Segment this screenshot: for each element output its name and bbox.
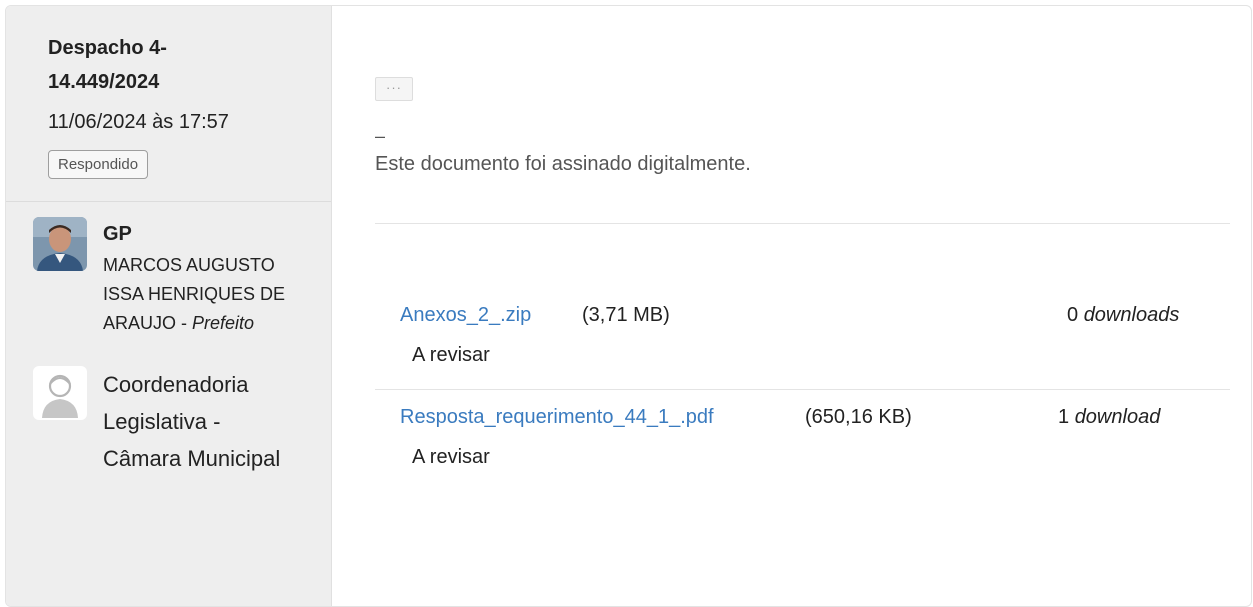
document-header: Despacho 4-14.449/2024 11/06/2024 às 17:… (6, 6, 331, 202)
attachment-status: A revisar (412, 344, 490, 366)
document-sidebar: Despacho 4-14.449/2024 11/06/2024 às 17:… (6, 6, 332, 606)
document-title: Despacho 4-14.449/2024 (48, 37, 167, 93)
attachment-download-count: 1 download (1058, 406, 1160, 429)
person-photo-icon (33, 217, 87, 271)
download-count-value: 1 (1058, 406, 1070, 428)
person-role: Prefeito (192, 313, 255, 333)
attachment-size: (3,71 MB) (582, 304, 670, 326)
download-count-label: downloads (1083, 304, 1180, 326)
attachment-link[interactable]: Resposta_requerimento_44_1_.pdf (400, 406, 714, 429)
content-divider (375, 223, 1230, 224)
attachment-row: Anexos_2_.zip (3,71 MB) 0 downloads A re… (375, 304, 1230, 390)
content-separator-dash: – (375, 126, 386, 146)
attachment-divider (375, 389, 1230, 390)
attachment-size: (650,16 KB) (805, 406, 912, 428)
attachment-link[interactable]: Anexos_2_.zip (400, 304, 531, 327)
document-date: 11/06/2024 às 17:57 (48, 111, 229, 133)
user-placeholder-icon (33, 366, 87, 420)
sender-person: GP MARCOS AUGUSTO ISSA HENRIQUES DE ARAU… (6, 217, 331, 338)
attachment-download-count: 0 downloads (1067, 304, 1179, 327)
person-abbreviation: GP (103, 223, 132, 245)
status-badge: Respondido (48, 150, 149, 179)
recipient-person: Coordenadoria Legislativa - Câmara Munic… (6, 366, 331, 477)
document-content: ··· – Este documento foi assinado digita… (332, 6, 1251, 606)
person-name: MARCOS AUGUSTO ISSA HENRIQUES DE ARAUJO … (103, 251, 303, 338)
attachment-row: Resposta_requerimento_44_1_.pdf (650,16 … (375, 406, 1230, 476)
recipient-organization: Coordenadoria Legislativa - Câmara Munic… (103, 372, 281, 471)
expand-content-button[interactable]: ··· (375, 77, 413, 101)
download-count-value: 0 (1067, 304, 1079, 326)
download-count-label: download (1074, 406, 1161, 428)
document-card: Despacho 4-14.449/2024 11/06/2024 às 17:… (5, 5, 1252, 607)
signature-notice: Este documento foi assinado digitalmente… (375, 153, 751, 175)
attachment-status: A revisar (412, 446, 490, 468)
